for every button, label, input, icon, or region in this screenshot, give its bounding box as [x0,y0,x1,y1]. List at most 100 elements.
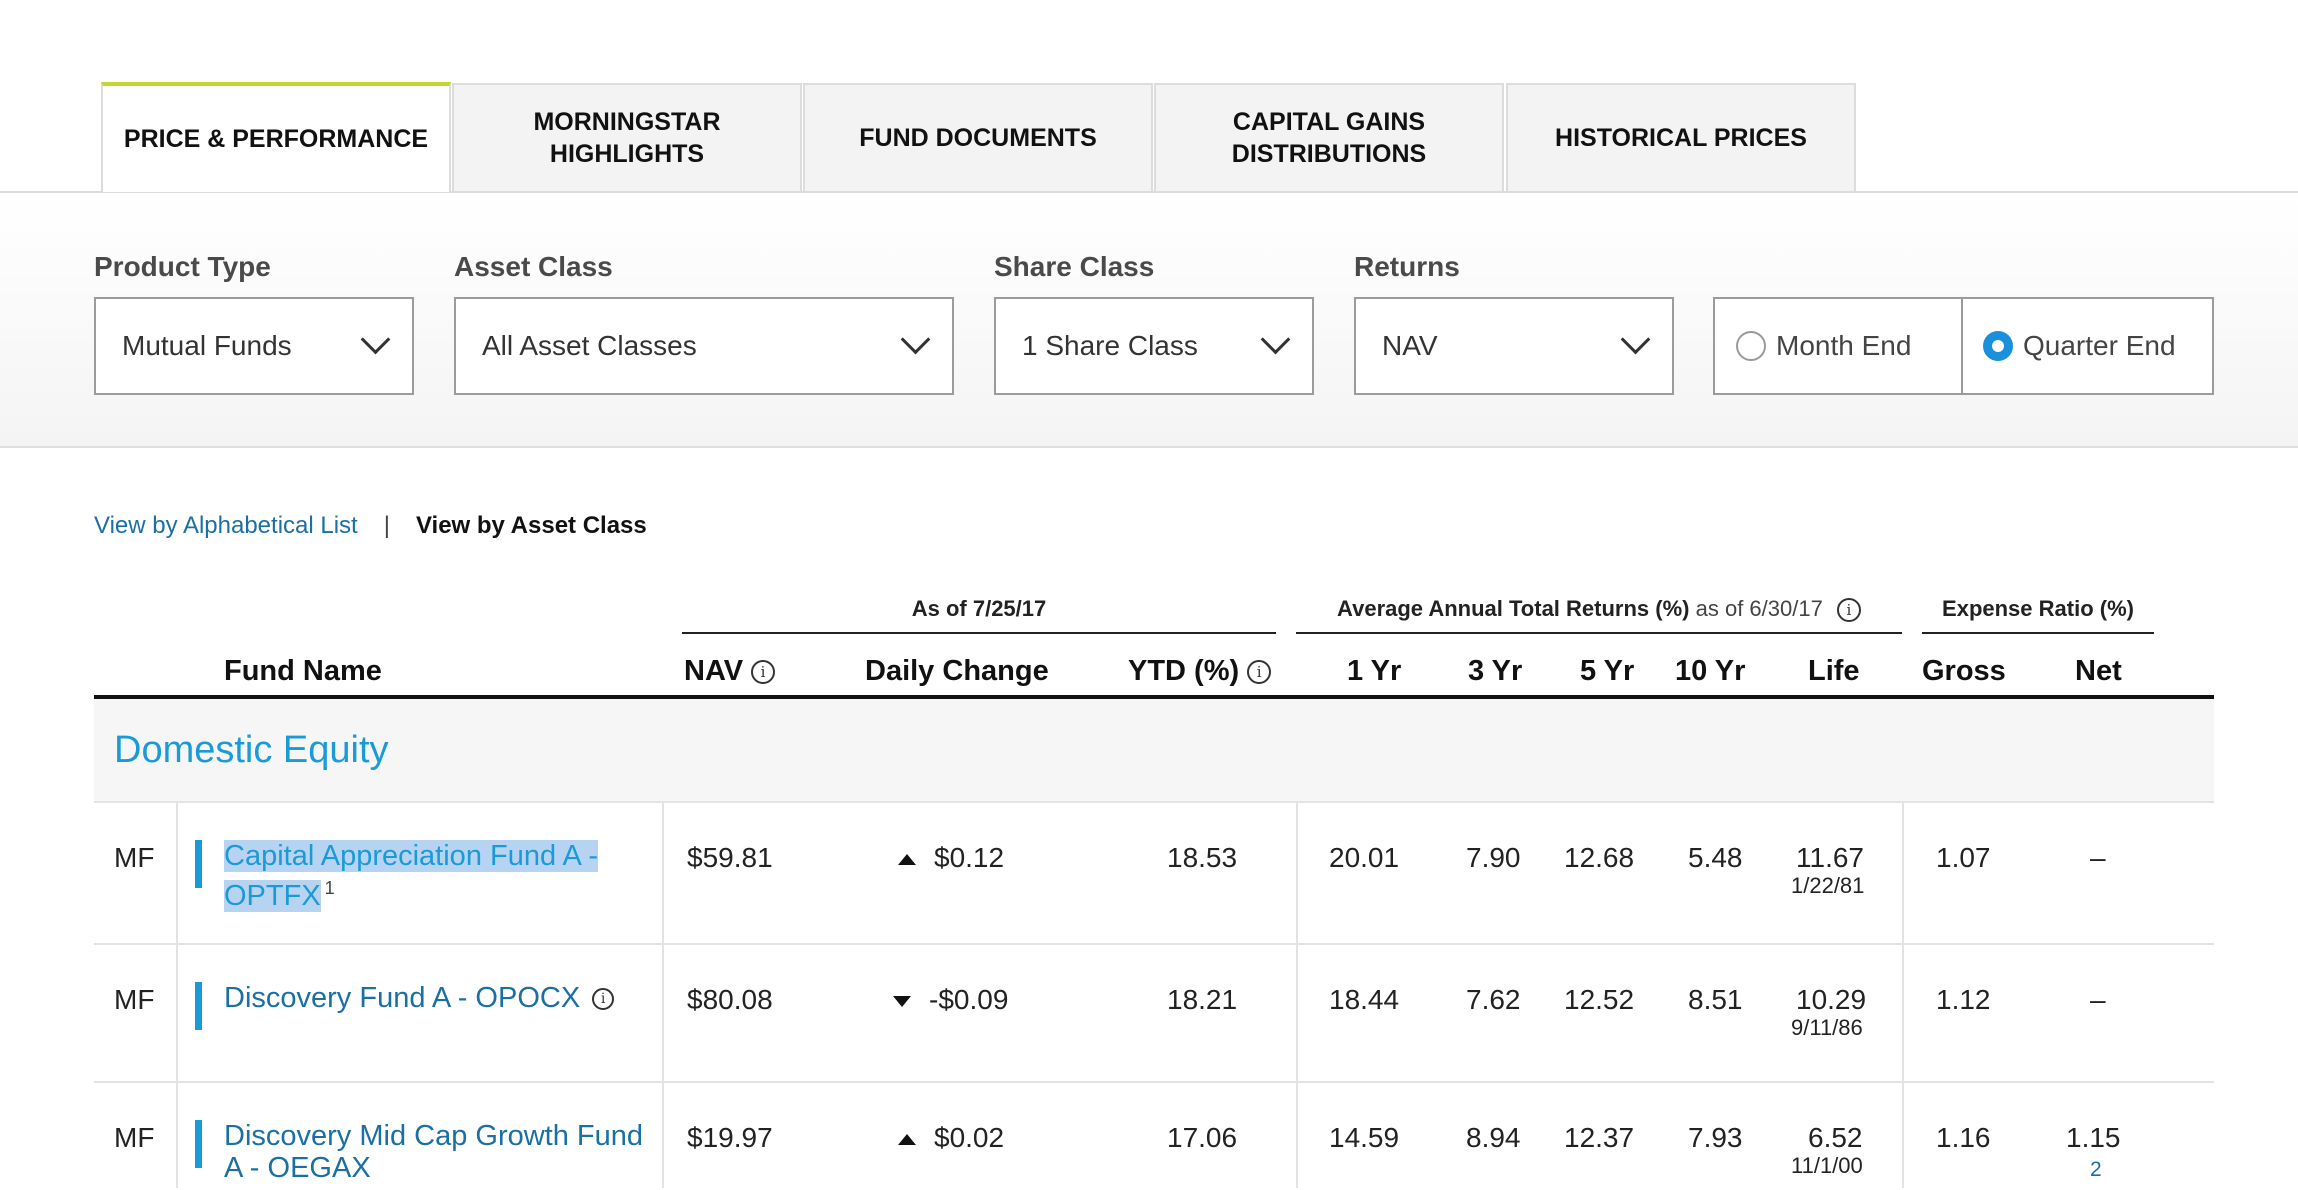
month-end-radio[interactable]: Month End [1736,299,1911,393]
arrow-up-icon [898,1134,916,1146]
month-end-label: Month End [1776,330,1912,361]
col-net: Net [2075,655,2122,687]
fund-type: MF [114,842,155,873]
daily-change: -$0.09 [893,984,1008,1016]
net-footnote-link[interactable]: 2 [2090,1158,2102,1182]
life-value: 11.67 [1796,842,1864,873]
net-value: – [2090,984,2106,1015]
view-asset-class-link[interactable]: View by Asset Class [416,512,647,540]
fund-name-line1: Capital Appreciation Fund A - [224,840,599,872]
tab-fund-documents[interactable]: FUND DOCUMENTS [803,83,1153,191]
life-inception-date: 9/11/86 [1791,1015,1863,1040]
yr5-value: 12.37 [1564,1122,1635,1153]
chevron-down-icon [360,324,391,355]
period-radio-group: Month End Quarter End [1713,297,2214,395]
section-title: Domestic Equity [114,729,389,771]
gross-value: 1.07 [1936,842,1991,873]
ytd-value: 17.06 [1167,1122,1238,1153]
asset-class-value: All Asset Classes [482,330,697,361]
net-value: 1.15 [2066,1122,2121,1153]
gross-value: 1.12 [1936,984,1991,1015]
footnote-marker[interactable]: 1 [325,878,335,898]
avg-returns-rule [1296,632,1902,634]
col-nav: NAV i [684,655,776,688]
fund-name-line2: OPTFX [224,879,321,912]
info-icon[interactable]: i [592,988,615,1011]
expense-rule [1922,632,2154,634]
fund-name-line1: Discovery Mid Cap Growth Fund [224,1120,644,1152]
quarter-end-radio[interactable]: Quarter End [1961,299,2214,393]
yr5-value: 12.52 [1564,984,1635,1015]
row-accent-bar [195,840,202,888]
yr3-value: 7.62 [1466,984,1521,1015]
col-nav-label: NAV [684,655,744,687]
as-of-rule [682,632,1276,634]
view-toggle: View by Alphabetical List | View by Asse… [94,512,647,540]
ytd-value: 18.21 [1167,984,1238,1015]
share-class-value: 1 Share Class [1022,330,1198,361]
fund-name-link[interactable]: Discovery Fund A - OPOCX i [224,982,615,1014]
tab-capital-gains-distributions[interactable]: CAPITAL GAINS DISTRIBUTIONS [1154,83,1504,191]
share-class-select[interactable]: 1 Share Class [994,297,1314,395]
nav-value: $19.97 [687,1122,773,1153]
info-icon[interactable]: i [1836,598,1861,623]
nav-value: $80.08 [687,984,773,1015]
section-header: Domestic Equity [94,699,2214,801]
chevron-down-icon [1620,324,1651,355]
daily-change-value: -$0.09 [929,984,1009,1015]
fund-type: MF [114,1122,155,1153]
tab-bar: PRICE & PERFORMANCE MORNINGSTAR HIGHLIGH… [0,0,2298,193]
share-class-label: Share Class [994,251,1155,282]
col-daily-change: Daily Change [865,655,1049,687]
life-inception-date: 11/1/00 [1791,1153,1863,1178]
info-icon[interactable]: i [751,660,776,685]
life-inception-date: 1/22/81 [1791,873,1865,898]
yr1-value: 20.01 [1329,842,1400,873]
row-accent-bar [195,1120,202,1168]
col-ytd-label: YTD (%) [1128,655,1240,687]
yr5-value: 12.68 [1564,842,1635,873]
life-value: 10.29 [1796,984,1867,1015]
daily-change: $0.02 [898,1122,1004,1154]
product-type-select[interactable]: Mutual Funds [94,297,414,395]
yr3-value: 8.94 [1466,1122,1521,1153]
tab-historical-prices[interactable]: HISTORICAL PRICES [1506,83,1856,191]
arrow-up-icon [898,854,916,866]
col-5yr: 5 Yr [1580,655,1635,687]
fund-name-link[interactable]: Discovery Mid Cap Growth Fund A - OEGAX [224,1120,643,1184]
yr10-value: 5.48 [1688,842,1743,873]
view-alphabetical-link[interactable]: View by Alphabetical List [94,512,358,540]
row-accent-bar [195,982,202,1030]
fund-name-link[interactable]: Capital Appreciation Fund A - OPTFX 1 [224,840,599,912]
daily-change: $0.12 [898,842,1004,874]
fund-name-line1: Discovery Fund A - OPOCX [224,982,581,1014]
expense-header: Expense Ratio (%) [1942,596,2134,621]
returns-label: Returns [1354,251,1460,282]
col-life: Life [1808,655,1860,687]
filter-panel: Product Type Mutual Funds Asset Class Al… [0,193,2298,448]
asset-class-label: Asset Class [454,251,613,282]
avg-returns-header: Average Annual Total Returns (%) as of 6… [1296,596,1902,623]
chevron-down-icon [1260,324,1291,355]
life-value: 6.52 [1808,1122,1863,1153]
col-gross: Gross [1922,655,2006,687]
yr10-value: 8.51 [1688,984,1743,1015]
returns-select[interactable]: NAV [1354,297,1674,395]
product-type-label: Product Type [94,251,271,282]
returns-value: NAV [1382,330,1438,361]
info-icon[interactable]: i [1247,660,1272,685]
col-fund-name: Fund Name [224,655,382,687]
quarter-end-label: Quarter End [2023,330,2176,361]
col-10yr: 10 Yr [1675,655,1746,687]
view-separator: | [383,512,390,539]
tab-price-performance[interactable]: PRICE & PERFORMANCE [101,82,451,192]
ytd-value: 18.53 [1167,842,1238,873]
daily-change-value: $0.02 [934,1122,1005,1153]
radio-checked-icon [1983,331,2013,361]
asset-class-select[interactable]: All Asset Classes [454,297,954,395]
arrow-down-icon [893,996,911,1008]
fund-name-line2: A - OEGAX [224,1152,371,1184]
yr1-value: 18.44 [1329,984,1400,1015]
as-of-header: As of 7/25/17 [911,596,1047,621]
tab-morningstar-highlights[interactable]: MORNINGSTAR HIGHLIGHTS [452,83,802,191]
